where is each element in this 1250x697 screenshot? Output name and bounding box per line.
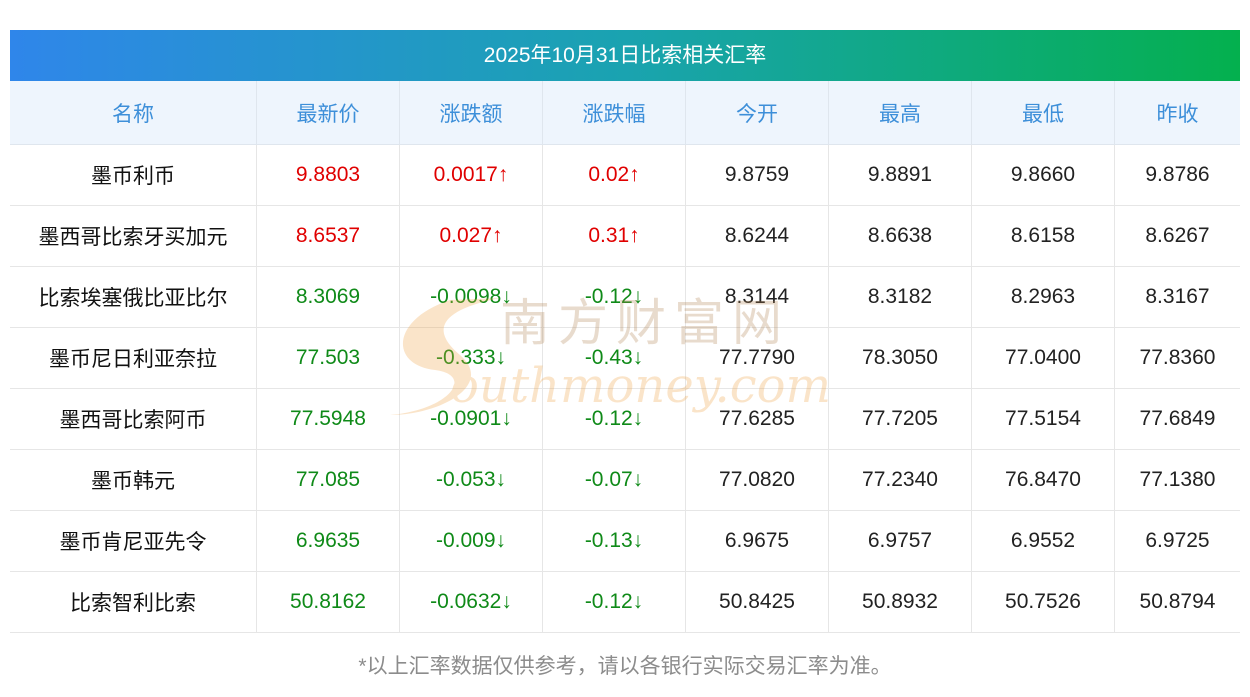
cell-low: 77.5154 — [971, 388, 1115, 450]
table-title: 2025年10月31日比索相关汇率 — [10, 30, 1240, 81]
cell-latest: 6.9635 — [256, 510, 400, 572]
cell-open: 77.7790 — [685, 327, 829, 389]
cell-open: 8.3144 — [685, 266, 829, 328]
cell-pct: 0.31↑ — [542, 205, 686, 267]
rates-table: 名称 最新价 涨跌额 涨跌幅 今开 最高 最低 昨收 墨币利币 9.8803 0.0… — [10, 81, 1240, 633]
table-row: 比索智利比索 50.8162 -0.0632↓ -0.12↓ 50.8425 50.893… — [10, 571, 1240, 633]
cell-high: 77.7205 — [828, 388, 972, 450]
cell-open: 77.0820 — [685, 449, 829, 511]
disclaimer-note: *以上汇率数据仅供参考，请以各银行实际交易汇率为准。 — [358, 655, 892, 678]
cell-prev: 6.9725 — [1114, 510, 1240, 572]
col-header-prev: 昨收 — [1114, 81, 1240, 145]
cell-change: -0.333↓ — [399, 327, 543, 389]
cell-name: 墨币韩元 — [10, 449, 257, 511]
cell-high: 6.9757 — [828, 510, 972, 572]
cell-latest: 50.8162 — [256, 571, 400, 633]
table-row: 墨西哥比索牙买加元 8.6537 0.027↑ 0.31↑ 8.6244 8.6638 8.… — [10, 205, 1240, 267]
cell-open: 8.6244 — [685, 205, 829, 267]
cell-pct: -0.07↓ — [542, 449, 686, 511]
cell-change: -0.0901↓ — [399, 388, 543, 450]
cell-open: 77.6285 — [685, 388, 829, 450]
cell-low: 77.0400 — [971, 327, 1115, 389]
cell-pct: -0.12↓ — [542, 388, 686, 450]
col-header-high: 最高 — [828, 81, 972, 145]
cell-low: 8.2963 — [971, 266, 1115, 328]
cell-open: 6.9675 — [685, 510, 829, 572]
table-row: 墨币肯尼亚先令 6.9635 -0.009↓ -0.13↓ 6.9675 6.9757 6.… — [10, 510, 1240, 572]
cell-pct: -0.43↓ — [542, 327, 686, 389]
cell-pct: -0.13↓ — [542, 510, 686, 572]
cell-low: 6.9552 — [971, 510, 1115, 572]
cell-name: 墨币肯尼亚先令 — [10, 510, 257, 572]
cell-prev: 8.3167 — [1114, 266, 1240, 328]
cell-change: -0.009↓ — [399, 510, 543, 572]
cell-latest: 8.3069 — [256, 266, 400, 328]
cell-latest: 8.6537 — [256, 205, 400, 267]
cell-pct: 0.02↑ — [542, 144, 686, 206]
cell-name: 墨西哥比索阿币 — [10, 388, 257, 450]
col-header-low: 最低 — [971, 81, 1115, 145]
cell-high: 8.6638 — [828, 205, 972, 267]
cell-change: 0.0017↑ — [399, 144, 543, 206]
cell-change: 0.027↑ — [399, 205, 543, 267]
cell-prev: 50.8794 — [1114, 571, 1240, 633]
cell-open: 50.8425 — [685, 571, 829, 633]
cell-change: -0.0632↓ — [399, 571, 543, 633]
cell-prev: 9.8786 — [1114, 144, 1240, 206]
cell-name: 比索埃塞俄比亚比尔 — [10, 266, 257, 328]
cell-latest: 77.085 — [256, 449, 400, 511]
cell-prev: 77.6849 — [1114, 388, 1240, 450]
cell-name: 比索智利比索 — [10, 571, 257, 633]
cell-high: 50.8932 — [828, 571, 972, 633]
col-header-pct: 涨跌幅 — [542, 81, 686, 145]
cell-high: 9.8891 — [828, 144, 972, 206]
cell-high: 78.3050 — [828, 327, 972, 389]
col-header-change: 涨跌额 — [399, 81, 543, 145]
cell-pct: -0.12↓ — [542, 266, 686, 328]
table-row: 墨西哥比索阿币 77.5948 -0.0901↓ -0.12↓ 77.6285 77.72… — [10, 388, 1240, 450]
table-row: 墨币韩元 77.085 -0.053↓ -0.07↓ 77.0820 77.2340 76.… — [10, 449, 1240, 511]
cell-low: 9.8660 — [971, 144, 1115, 206]
cell-latest: 9.8803 — [256, 144, 400, 206]
cell-name: 墨币尼日利亚奈拉 — [10, 327, 257, 389]
cell-prev: 8.6267 — [1114, 205, 1240, 267]
cell-latest: 77.5948 — [256, 388, 400, 450]
cell-name: 墨西哥比索牙买加元 — [10, 205, 257, 267]
header-row: 名称 最新价 涨跌额 涨跌幅 今开 最高 最低 昨收 — [10, 81, 1240, 145]
col-header-name: 名称 — [10, 81, 257, 145]
cell-low: 50.7526 — [971, 571, 1115, 633]
table-row: 比索埃塞俄比亚比尔 8.3069 -0.0098↓ -0.12↓ 8.3144 8.318… — [10, 266, 1240, 328]
cell-open: 9.8759 — [685, 144, 829, 206]
cell-pct: -0.12↓ — [542, 571, 686, 633]
cell-change: -0.0098↓ — [399, 266, 543, 328]
cell-latest: 77.503 — [256, 327, 400, 389]
cell-low: 8.6158 — [971, 205, 1115, 267]
cell-low: 76.8470 — [971, 449, 1115, 511]
col-header-latest: 最新价 — [256, 81, 400, 145]
cell-change: -0.053↓ — [399, 449, 543, 511]
table-row: 墨币利币 9.8803 0.0017↑ 0.02↑ 9.8759 9.8891 9.8660… — [10, 144, 1240, 206]
col-header-open: 今开 — [685, 81, 829, 145]
rates-panel: 2025年10月31日比索相关汇率 名称 最新价 涨跌额 涨跌幅 今开 最高 最… — [10, 30, 1240, 633]
cell-high: 77.2340 — [828, 449, 972, 511]
cell-name: 墨币利币 — [10, 144, 257, 206]
table-row: 墨币尼日利亚奈拉 77.503 -0.333↓ -0.43↓ 77.7790 78.305… — [10, 327, 1240, 389]
cell-high: 8.3182 — [828, 266, 972, 328]
cell-prev: 77.8360 — [1114, 327, 1240, 389]
cell-prev: 77.1380 — [1114, 449, 1240, 511]
